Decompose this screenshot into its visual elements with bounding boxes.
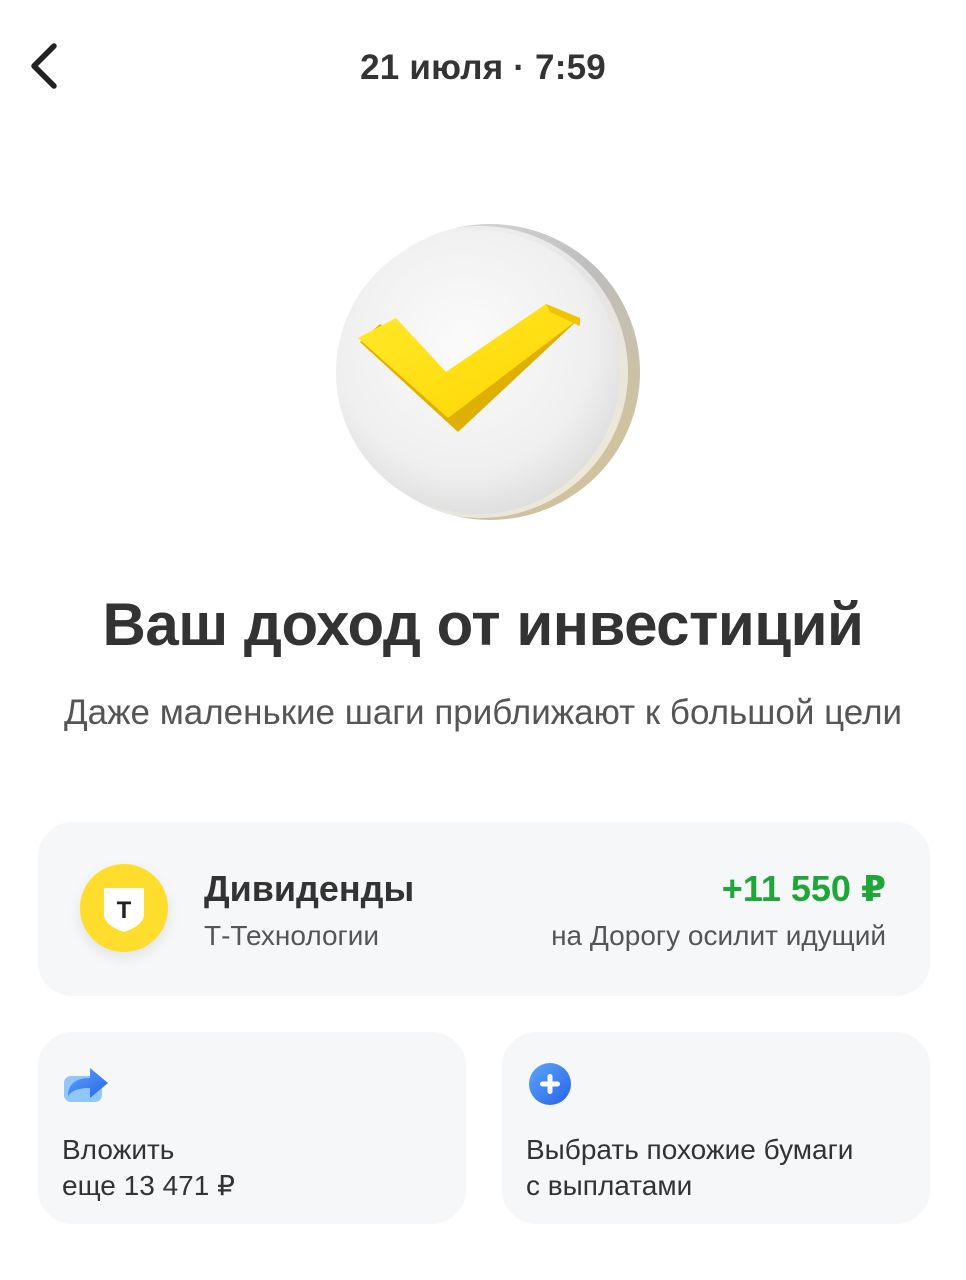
dividend-card[interactable]: Т Дивиденды Т-Технологии +11 550 ₽ на До… <box>38 822 930 996</box>
dividend-company: Т-Технологии <box>204 920 380 951</box>
date-time-title: 21 июля · 7:59 <box>360 48 606 87</box>
dividend-amount: +11 550 ₽ <box>721 868 886 909</box>
invest-label-line1: Вложить <box>62 1134 175 1165</box>
similar-securities-button[interactable]: Выбрать похожие бумаги с выплатами <box>502 1032 930 1224</box>
t-technologies-logo: Т <box>80 864 168 952</box>
page-title: Ваш доход от инвестиций <box>102 591 864 658</box>
similar-securities-label: Выбрать похожие бумаги с выплатами <box>526 1132 853 1204</box>
invest-more-label: Вложить еще 13 471 ₽ <box>62 1132 235 1204</box>
top-bar: 21 июля · 7:59 <box>0 0 966 140</box>
page-subtitle: Даже маленькие шаги приближают к большой… <box>63 693 903 732</box>
similar-label-line1: Выбрать похожие бумаги <box>526 1134 854 1165</box>
logo-letter: Т <box>117 897 132 924</box>
invest-label-line2: еще 13 471 ₽ <box>62 1170 235 1201</box>
plus-circle-icon <box>526 1062 576 1106</box>
invest-more-button[interactable]: Вложить еще 13 471 ₽ <box>38 1032 466 1224</box>
similar-label-line2: с выплатами <box>526 1170 693 1201</box>
forward-arrow-icon <box>62 1062 112 1106</box>
checkmark-coin-illustration <box>318 222 654 522</box>
dividend-goal: на Дорогу осилит идущий <box>551 920 886 951</box>
dividend-title: Дивиденды <box>204 868 415 909</box>
